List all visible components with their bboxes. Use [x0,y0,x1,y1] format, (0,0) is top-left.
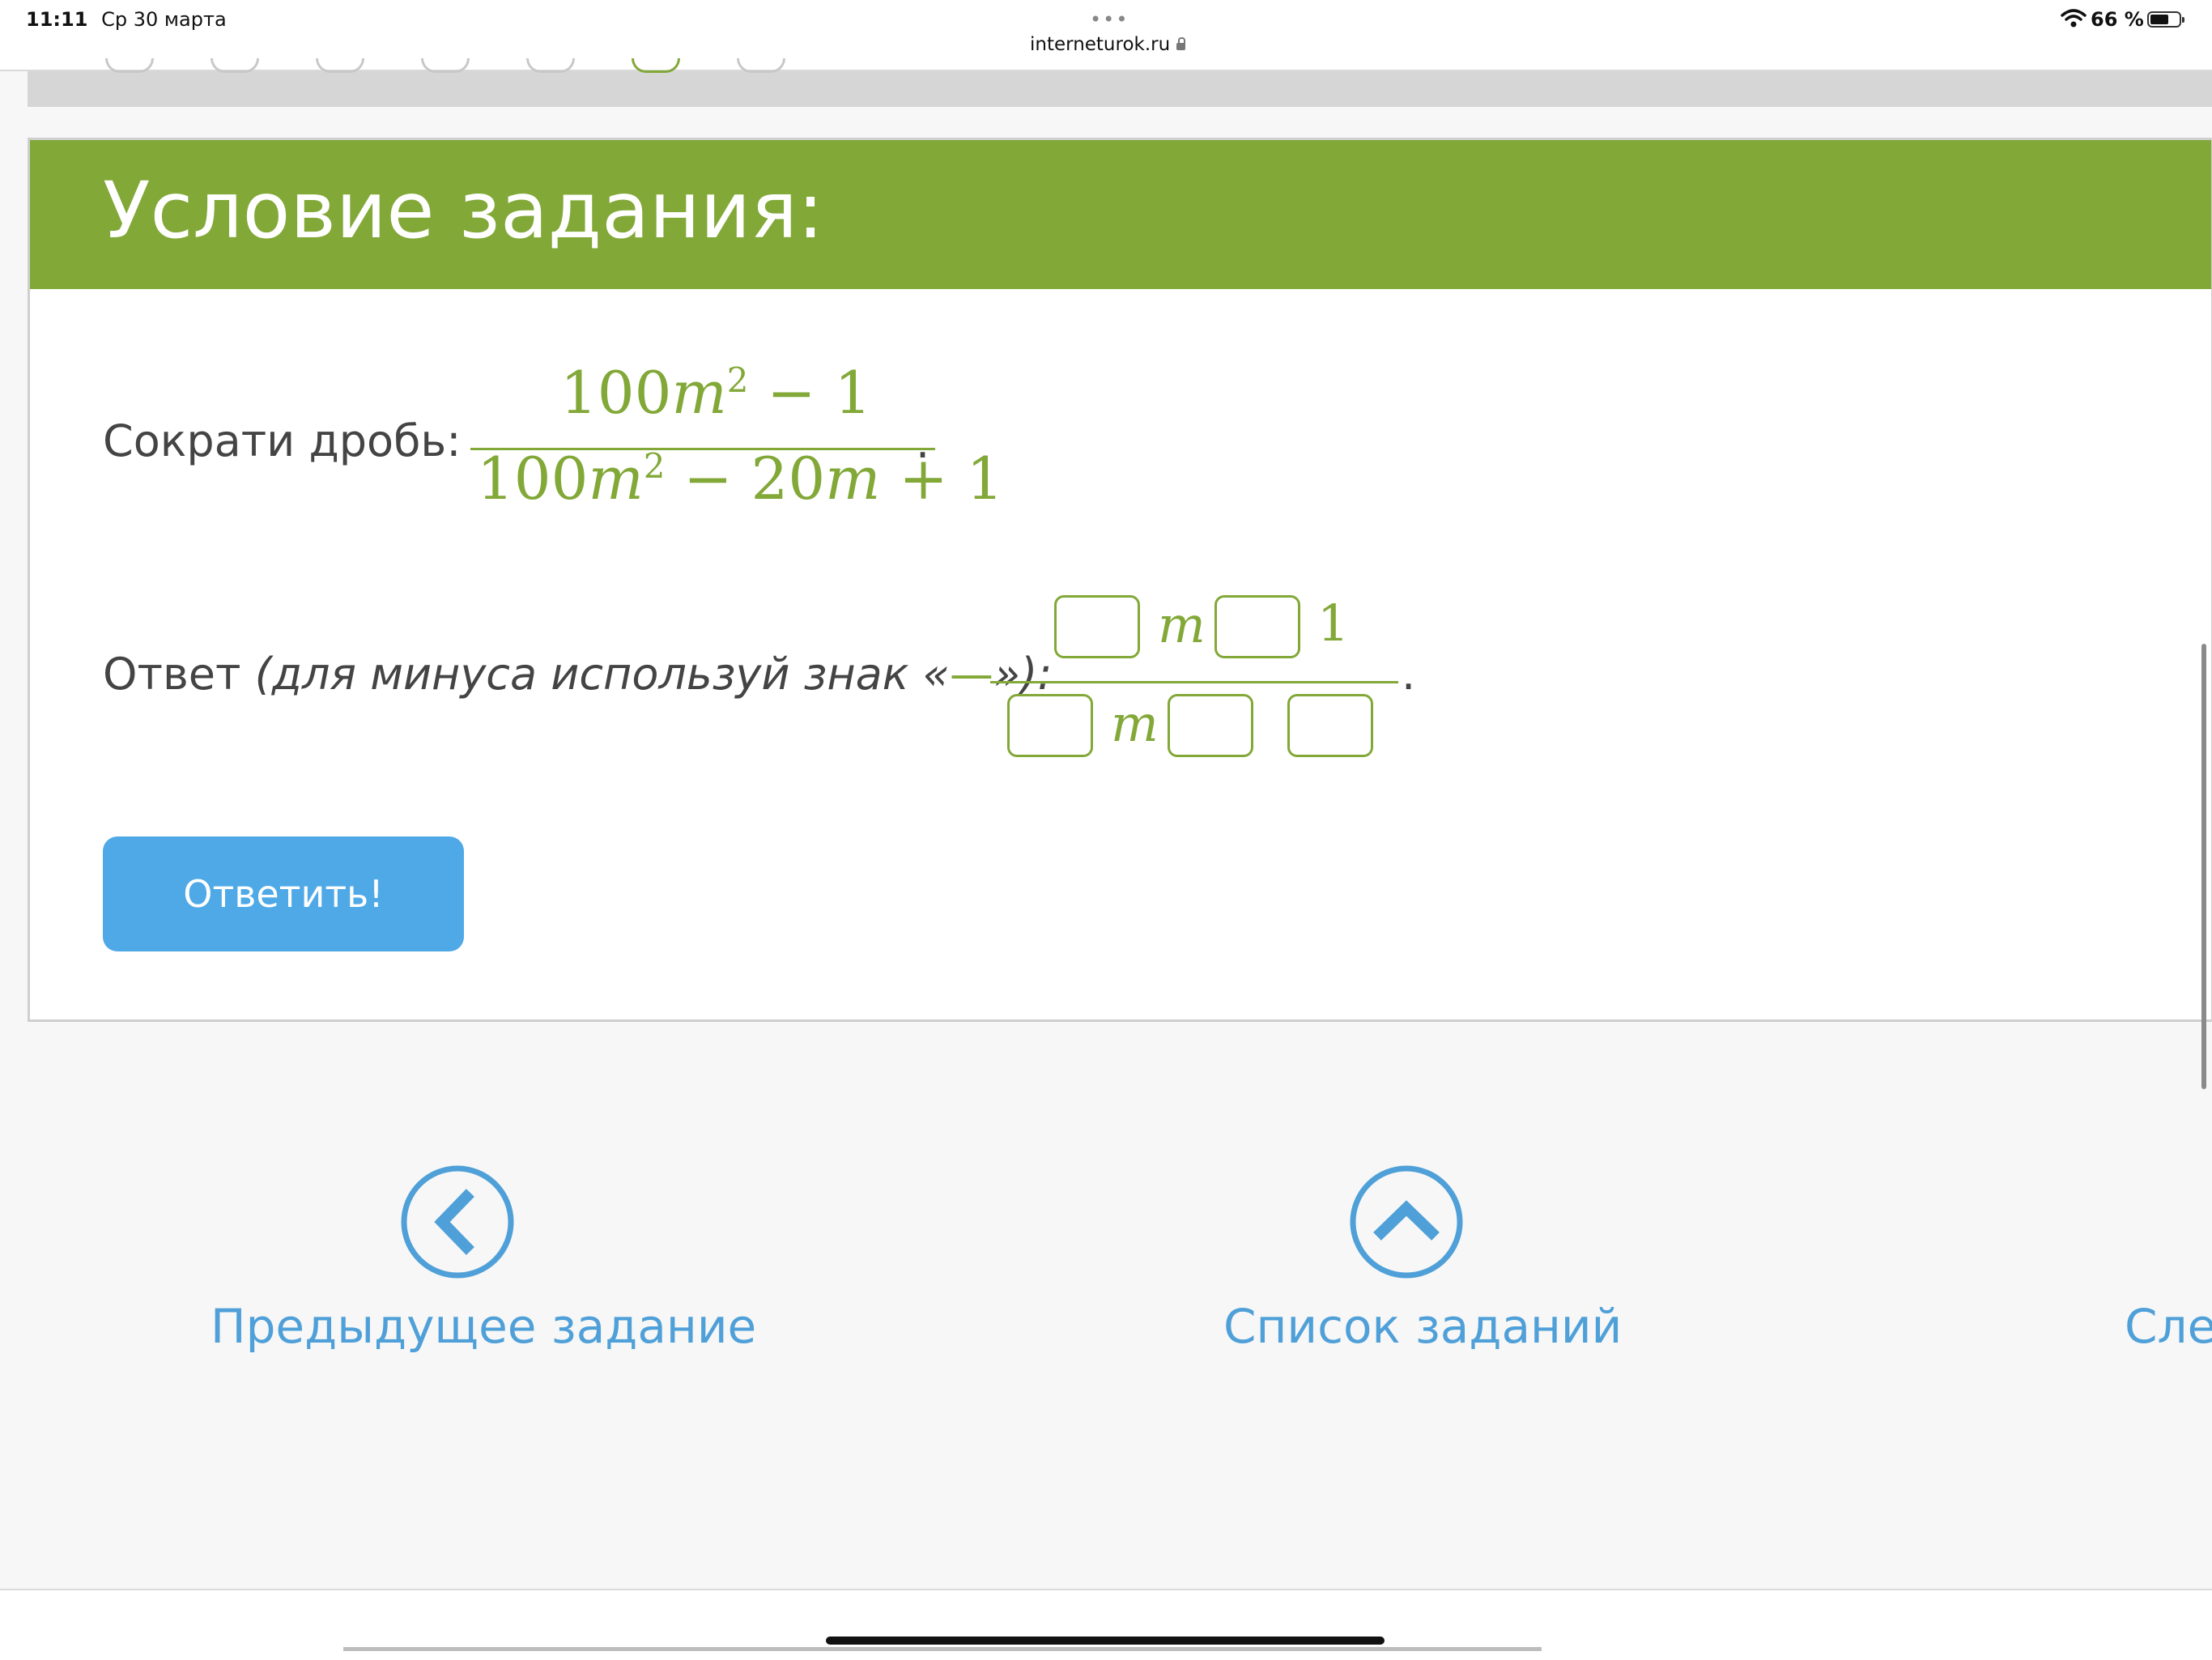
fraction-numerator: 100m2 − 1 [560,359,872,427]
prev-arrow-icon[interactable] [400,1164,515,1279]
page-top-strip [28,71,2212,107]
task-header: Условие задания: [30,140,2211,289]
wifi-icon [2061,9,2087,28]
denominator-sign-input[interactable] [1168,694,1253,757]
next-task-link[interactable]: Сле [2125,1299,2212,1354]
answer-label-text: Ответ [103,649,241,700]
problem-label: Сократи дробь: [103,415,462,466]
denominator-variable: m [1111,694,1159,753]
task-card: Условие задания: Сократи дробь: 100m2 − … [28,138,2212,1022]
home-indicator[interactable] [826,1637,1385,1645]
task-list-link[interactable]: Список заданий [1223,1299,1622,1354]
url-text: interneturok.ru [1030,34,1171,55]
submit-button[interactable]: Ответить! [103,836,464,951]
scrollbar[interactable] [2201,644,2206,1089]
task-tabs[interactable] [105,58,818,74]
battery-icon [2147,11,2184,28]
lock-icon [1176,37,1186,50]
answer-hint: (для минуса используй знак «—»): [254,649,1053,700]
answer-label: Ответ (для минуса используй знак «—»): [103,649,1052,700]
numerator-constant: 1 [1317,594,1350,653]
address-bar[interactable]: interneturok.ru [1030,34,1186,55]
bottom-divider [343,1647,1542,1651]
numerator-coef-input[interactable] [1054,595,1140,658]
battery-percent: 66 % [2091,8,2144,31]
problem-period: . [916,417,930,468]
status-time: 11:11 Ср 30 марта [26,8,227,31]
denominator-coef-input[interactable] [1007,694,1093,757]
denominator-constant-input[interactable] [1287,694,1373,757]
answer-fraction-bar [990,681,1398,683]
prev-task-link[interactable]: Предыдущее задание [211,1299,756,1354]
task-list-icon[interactable] [1349,1164,1464,1279]
status-date-text: Ср 30 марта [101,8,227,31]
status-time-text: 11:11 [26,8,88,31]
answer-period: . [1402,649,1416,700]
numerator-sign-input[interactable] [1214,595,1300,658]
minus-hint-sign: — [949,649,993,700]
task-title: Условие задания: [103,165,824,256]
numerator-variable: m [1158,595,1206,654]
more-dots-icon[interactable]: ••• [1090,8,1129,31]
